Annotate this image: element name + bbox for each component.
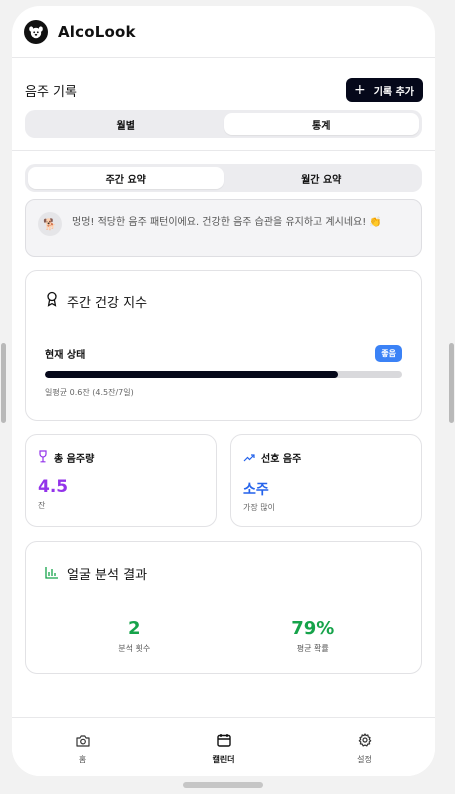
add-record-label: 기록 추가 <box>373 86 414 98</box>
device-side-button-right <box>449 343 454 423</box>
analysis-count-label: 분석 횟수 <box>118 644 151 653</box>
tab-settings[interactable]: 설정 <box>294 718 435 776</box>
records-header: 음주 기록 + 기록 추가 <box>12 58 435 110</box>
app-header: AlcoLook <box>12 6 435 58</box>
average-probability-label: 평균 확률 <box>296 644 329 653</box>
preferred-drink-card: 선호 음주 소주 가장 많이 <box>230 434 422 527</box>
health-progress-bar <box>45 371 402 378</box>
device-side-button-left <box>1 343 6 423</box>
analysis-count: 2 분석 횟수 <box>45 618 224 654</box>
tip-message-box: 🐕 멍멍! 적당한 음주 패턴이에요. 건강한 음주 습관을 유지하고 계시네요… <box>25 199 422 257</box>
status-row: 현재 상태 좋음 <box>45 345 402 362</box>
face-card-header: 얼굴 분석 결과 <box>45 564 402 583</box>
calendar-icon <box>216 732 231 751</box>
award-icon <box>45 291 59 311</box>
analysis-count-value: 2 <box>127 618 141 639</box>
tip-text: 멍멍! 적당한 음주 패턴이에요. 건강한 음주 습관을 유지하고 계시네요! … <box>72 217 382 228</box>
tab-weekly-summary[interactable]: 주간 요약 <box>28 167 224 189</box>
tab-calendar[interactable]: 캘린더 <box>153 718 294 776</box>
face-stats: 2 분석 횟수 79% 평균 확률 <box>45 618 402 654</box>
total-drinks-unit: 잔 <box>38 501 46 510</box>
phone-screen: AlcoLook 음주 기록 + 기록 추가 월별 통계 주간 요약 월간 요약… <box>12 6 435 776</box>
trending-up-icon <box>243 448 255 467</box>
preferred-drink-sub: 가장 많이 <box>243 503 275 512</box>
total-drinks-card: 총 음주량 4.5 잔 <box>25 434 217 527</box>
stats-row: 총 음주량 4.5 잔 선호 음주 소주 가장 많이 <box>25 434 422 527</box>
tab-home[interactable]: 홈 <box>12 718 153 776</box>
status-badge: 좋음 <box>375 345 402 362</box>
home-indicator <box>183 782 263 788</box>
health-card-header: 주간 건강 지수 <box>45 291 402 311</box>
total-drinks-value: 4.5 <box>38 477 69 497</box>
app-title: AlcoLook <box>58 22 136 41</box>
health-card-title: 주간 건강 지수 <box>67 295 148 311</box>
bottom-tab-bar: 홈 캘린더 설정 <box>12 717 435 776</box>
summary-toggle: 주간 요약 월간 요약 <box>25 164 422 192</box>
gear-icon <box>358 732 372 751</box>
dog-avatar-icon: 🐕 <box>38 212 62 236</box>
tab-monthly[interactable]: 월별 <box>28 113 224 135</box>
tab-statistics[interactable]: 통계 <box>223 113 419 135</box>
preferred-drink-label: 선호 음주 <box>261 454 302 465</box>
view-toggle: 월별 통계 <box>25 110 422 138</box>
status-label: 현재 상태 <box>45 350 86 361</box>
total-drinks-label: 총 음주량 <box>54 454 95 465</box>
add-record-button[interactable]: + 기록 추가 <box>345 78 423 102</box>
section-divider <box>12 150 435 151</box>
tab-calendar-label: 캘린더 <box>212 755 235 764</box>
health-progress-fill <box>45 371 338 378</box>
preferred-drink-header: 선호 음주 <box>243 448 409 467</box>
average-probability-value: 79% <box>291 618 335 639</box>
tab-home-label: 홈 <box>78 755 87 764</box>
bar-chart-icon <box>45 564 59 583</box>
records-title: 음주 기록 <box>25 84 77 100</box>
daily-average-text: 일평균 0.6잔 (4.5잔/7일) <box>45 388 134 397</box>
weekly-health-card: 주간 건강 지수 현재 상태 좋음 일평균 0.6잔 (4.5잔/7일) <box>25 270 422 421</box>
average-probability: 79% 평균 확률 <box>224 618 403 654</box>
face-analysis-card: 얼굴 분석 결과 2 분석 횟수 79% 평균 확률 <box>25 541 422 674</box>
dog-logo-icon <box>24 19 48 44</box>
preferred-drink-value: 소주 <box>243 482 269 498</box>
total-drinks-header: 총 음주량 <box>38 448 204 467</box>
face-card-title: 얼굴 분석 결과 <box>67 568 148 583</box>
tab-settings-label: 설정 <box>357 755 372 764</box>
tab-monthly-summary[interactable]: 월간 요약 <box>224 167 420 189</box>
camera-icon <box>75 732 90 751</box>
plus-icon: + <box>353 82 366 98</box>
wine-glass-icon <box>38 448 48 467</box>
